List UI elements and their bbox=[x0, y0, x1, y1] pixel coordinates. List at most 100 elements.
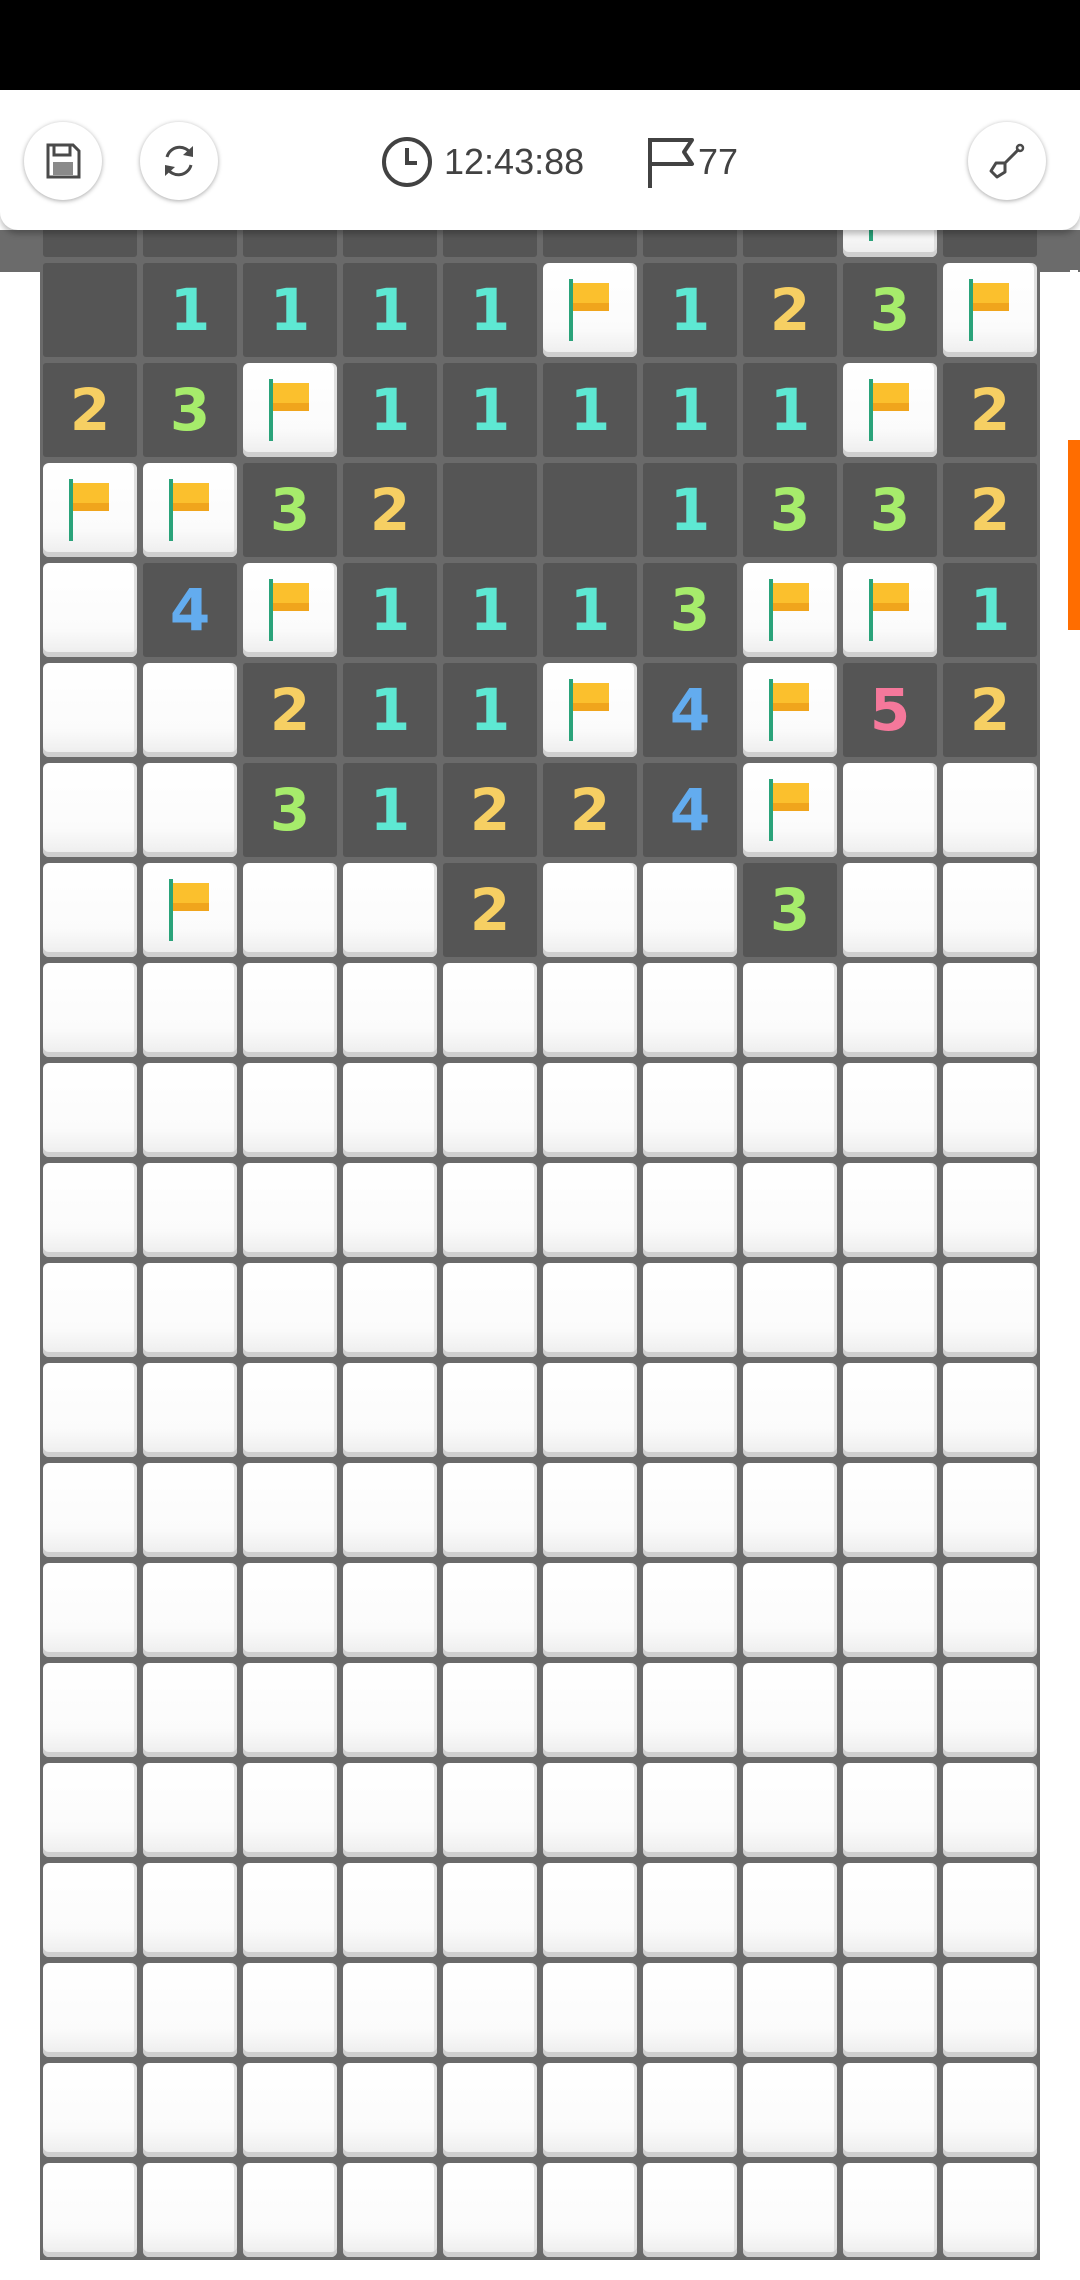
number-cell[interactable]: 4 bbox=[143, 563, 237, 657]
covered-cell[interactable] bbox=[43, 1563, 137, 1657]
number-cell[interactable]: 1 bbox=[343, 663, 437, 757]
covered-cell[interactable] bbox=[843, 1463, 937, 1557]
covered-cell[interactable] bbox=[243, 2163, 337, 2257]
covered-cell[interactable] bbox=[643, 1863, 737, 1957]
number-cell[interactable]: 2 bbox=[743, 230, 837, 257]
empty-cell[interactable] bbox=[543, 463, 637, 557]
covered-cell[interactable] bbox=[943, 1763, 1037, 1857]
covered-cell[interactable] bbox=[343, 2063, 437, 2157]
covered-cell[interactable] bbox=[343, 963, 437, 1057]
covered-cell[interactable] bbox=[143, 763, 237, 857]
covered-cell[interactable] bbox=[43, 763, 137, 857]
number-cell[interactable]: 1 bbox=[343, 230, 437, 257]
covered-cell[interactable] bbox=[43, 2163, 137, 2257]
covered-cell[interactable] bbox=[243, 1563, 337, 1657]
scrollbar-thumb[interactable] bbox=[1068, 440, 1080, 630]
flagged-cell[interactable] bbox=[243, 563, 337, 657]
covered-cell[interactable] bbox=[843, 1063, 937, 1157]
covered-cell[interactable] bbox=[743, 1363, 837, 1457]
covered-cell[interactable] bbox=[243, 1763, 337, 1857]
covered-cell[interactable] bbox=[143, 1863, 237, 1957]
covered-cell[interactable] bbox=[43, 1163, 137, 1257]
covered-cell[interactable] bbox=[543, 1963, 637, 2057]
covered-cell[interactable] bbox=[543, 1863, 637, 1957]
covered-cell[interactable] bbox=[443, 1563, 537, 1657]
covered-cell[interactable] bbox=[843, 1663, 937, 1757]
covered-cell[interactable] bbox=[43, 1363, 137, 1457]
covered-cell[interactable] bbox=[443, 1863, 537, 1957]
covered-cell[interactable] bbox=[143, 1763, 237, 1857]
covered-cell[interactable] bbox=[443, 1463, 537, 1557]
empty-cell[interactable] bbox=[43, 263, 137, 357]
covered-cell[interactable] bbox=[343, 2163, 437, 2257]
number-cell[interactable]: 3 bbox=[243, 463, 337, 557]
covered-cell[interactable] bbox=[643, 1063, 737, 1157]
covered-cell[interactable] bbox=[843, 1163, 937, 1257]
covered-cell[interactable] bbox=[643, 2163, 737, 2257]
number-cell[interactable]: 1 bbox=[243, 230, 337, 257]
covered-cell[interactable] bbox=[743, 1163, 837, 1257]
number-cell[interactable]: 2 bbox=[443, 763, 537, 857]
covered-cell[interactable] bbox=[643, 963, 737, 1057]
covered-cell[interactable] bbox=[943, 763, 1037, 857]
number-cell[interactable]: 3 bbox=[143, 363, 237, 457]
covered-cell[interactable] bbox=[943, 1163, 1037, 1257]
covered-cell[interactable] bbox=[43, 1863, 137, 1957]
covered-cell[interactable] bbox=[343, 1563, 437, 1657]
covered-cell[interactable] bbox=[943, 1563, 1037, 1657]
covered-cell[interactable] bbox=[543, 1163, 637, 1257]
number-cell[interactable]: 5 bbox=[843, 663, 937, 757]
covered-cell[interactable] bbox=[43, 663, 137, 757]
flagged-cell[interactable] bbox=[143, 463, 237, 557]
number-cell[interactable]: 2 bbox=[343, 463, 437, 557]
covered-cell[interactable] bbox=[243, 1263, 337, 1357]
covered-cell[interactable] bbox=[143, 1063, 237, 1157]
covered-cell[interactable] bbox=[343, 1163, 437, 1257]
covered-cell[interactable] bbox=[743, 1963, 837, 2057]
covered-cell[interactable] bbox=[543, 1063, 637, 1157]
covered-cell[interactable] bbox=[343, 1663, 437, 1757]
covered-cell[interactable] bbox=[843, 963, 937, 1057]
covered-cell[interactable] bbox=[843, 763, 937, 857]
covered-cell[interactable] bbox=[843, 1863, 937, 1957]
flagged-cell[interactable] bbox=[43, 463, 137, 557]
dig-tool-button[interactable] bbox=[968, 122, 1046, 200]
covered-cell[interactable] bbox=[443, 2063, 537, 2157]
covered-cell[interactable] bbox=[343, 1263, 437, 1357]
covered-cell[interactable] bbox=[143, 963, 237, 1057]
covered-cell[interactable] bbox=[443, 1263, 537, 1357]
covered-cell[interactable] bbox=[343, 1063, 437, 1157]
covered-cell[interactable] bbox=[143, 1463, 237, 1557]
covered-cell[interactable] bbox=[743, 1063, 837, 1157]
number-cell[interactable]: 4 bbox=[643, 763, 737, 857]
covered-cell[interactable] bbox=[743, 1863, 837, 1957]
covered-cell[interactable] bbox=[543, 1663, 637, 1757]
covered-cell[interactable] bbox=[843, 1963, 937, 2057]
covered-cell[interactable] bbox=[843, 863, 937, 957]
covered-cell[interactable] bbox=[243, 1463, 337, 1557]
covered-cell[interactable] bbox=[543, 863, 637, 957]
covered-cell[interactable] bbox=[743, 963, 837, 1057]
covered-cell[interactable] bbox=[843, 2163, 937, 2257]
flagged-cell[interactable] bbox=[843, 230, 937, 257]
covered-cell[interactable] bbox=[243, 1163, 337, 1257]
covered-cell[interactable] bbox=[843, 1563, 937, 1657]
flagged-cell[interactable] bbox=[243, 363, 337, 457]
covered-cell[interactable] bbox=[43, 2063, 137, 2157]
flagged-cell[interactable] bbox=[543, 663, 637, 757]
covered-cell[interactable] bbox=[643, 1163, 737, 1257]
covered-cell[interactable] bbox=[143, 1563, 237, 1657]
number-cell[interactable]: 3 bbox=[643, 563, 737, 657]
empty-cell[interactable] bbox=[443, 463, 537, 557]
covered-cell[interactable] bbox=[743, 2063, 837, 2157]
covered-cell[interactable] bbox=[643, 1763, 737, 1857]
covered-cell[interactable] bbox=[343, 1363, 437, 1457]
flagged-cell[interactable] bbox=[743, 663, 837, 757]
number-cell[interactable]: 2 bbox=[943, 363, 1037, 457]
number-cell[interactable]: 1 bbox=[143, 230, 237, 257]
number-cell[interactable]: 1 bbox=[143, 263, 237, 357]
number-cell[interactable]: 1 bbox=[543, 563, 637, 657]
covered-cell[interactable] bbox=[343, 1863, 437, 1957]
covered-cell[interactable] bbox=[443, 2163, 537, 2257]
number-cell[interactable]: 1 bbox=[443, 363, 537, 457]
